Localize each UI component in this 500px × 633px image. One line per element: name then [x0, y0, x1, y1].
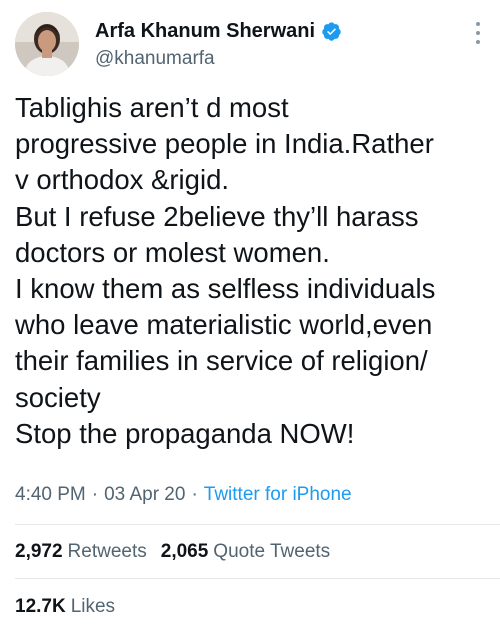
tweet-source-link[interactable]: Twitter for iPhone	[204, 484, 352, 506]
engagement-stats-row: 2,972 Retweets 2,065 Quote Tweets	[15, 541, 330, 563]
author-handle[interactable]: @khanumarfa	[95, 48, 342, 70]
more-dot	[476, 31, 480, 35]
tweet-text-line: v orthodox &rigid.	[15, 164, 229, 196]
more-dot	[476, 22, 480, 26]
meta-separator: ·	[191, 484, 198, 505]
quote-tweets-count[interactable]: 2,065	[161, 541, 209, 563]
tweet-text-line: who leave materialistic world,even	[15, 309, 433, 341]
divider	[15, 524, 500, 525]
meta-separator: ·	[91, 484, 99, 505]
tweet-text-line: progressive people in India.Rather	[15, 128, 434, 160]
tweet-text: Tablighis aren’t d most progressive peop…	[15, 90, 485, 452]
more-dot	[476, 40, 480, 44]
tweet-text-line: Tablighis aren’t d most	[15, 92, 289, 123]
tweet-text-line: Stop the propaganda NOW!	[15, 417, 355, 449]
tweet-text-line: society	[15, 381, 101, 413]
tweet-date[interactable]: 03 Apr 20	[104, 484, 185, 506]
tweet-text-line: their families in service of religion/	[15, 345, 428, 377]
author-names: Arfa Khanum Sherwani @khanumarfa	[95, 18, 342, 70]
retweets-label[interactable]: Retweets	[68, 541, 147, 563]
divider	[15, 578, 500, 579]
quote-tweets-label[interactable]: Quote Tweets	[213, 541, 330, 563]
tweet-header: Arfa Khanum Sherwani @khanumarfa	[15, 12, 485, 76]
tweet-meta: 4:40 PM · 03 Apr 20 · Twitter for iPhone	[15, 484, 352, 506]
likes-stats-row: 12.7K Likes	[15, 596, 115, 618]
display-name-row: Arfa Khanum Sherwani	[95, 18, 342, 44]
avatar-image	[15, 12, 79, 76]
tweet-time[interactable]: 4:40 PM	[15, 484, 86, 506]
tweet-text-line: I know them as selfless individuals	[15, 273, 436, 305]
verified-badge-icon	[321, 21, 342, 42]
likes-label[interactable]: Likes	[71, 596, 115, 618]
likes-count[interactable]: 12.7K	[15, 596, 66, 618]
display-name[interactable]: Arfa Khanum Sherwani	[95, 20, 315, 43]
tweet-text-line: But I refuse 2believe thy’ll harass	[15, 200, 419, 232]
retweets-count[interactable]: 2,972	[15, 541, 63, 563]
more-options-icon[interactable]	[473, 22, 483, 44]
tweet-text-line: doctors or molest women.	[15, 236, 330, 268]
avatar[interactable]	[15, 12, 79, 76]
tweet-detail: Arfa Khanum Sherwani @khanumarfa Tabligh…	[0, 0, 500, 633]
